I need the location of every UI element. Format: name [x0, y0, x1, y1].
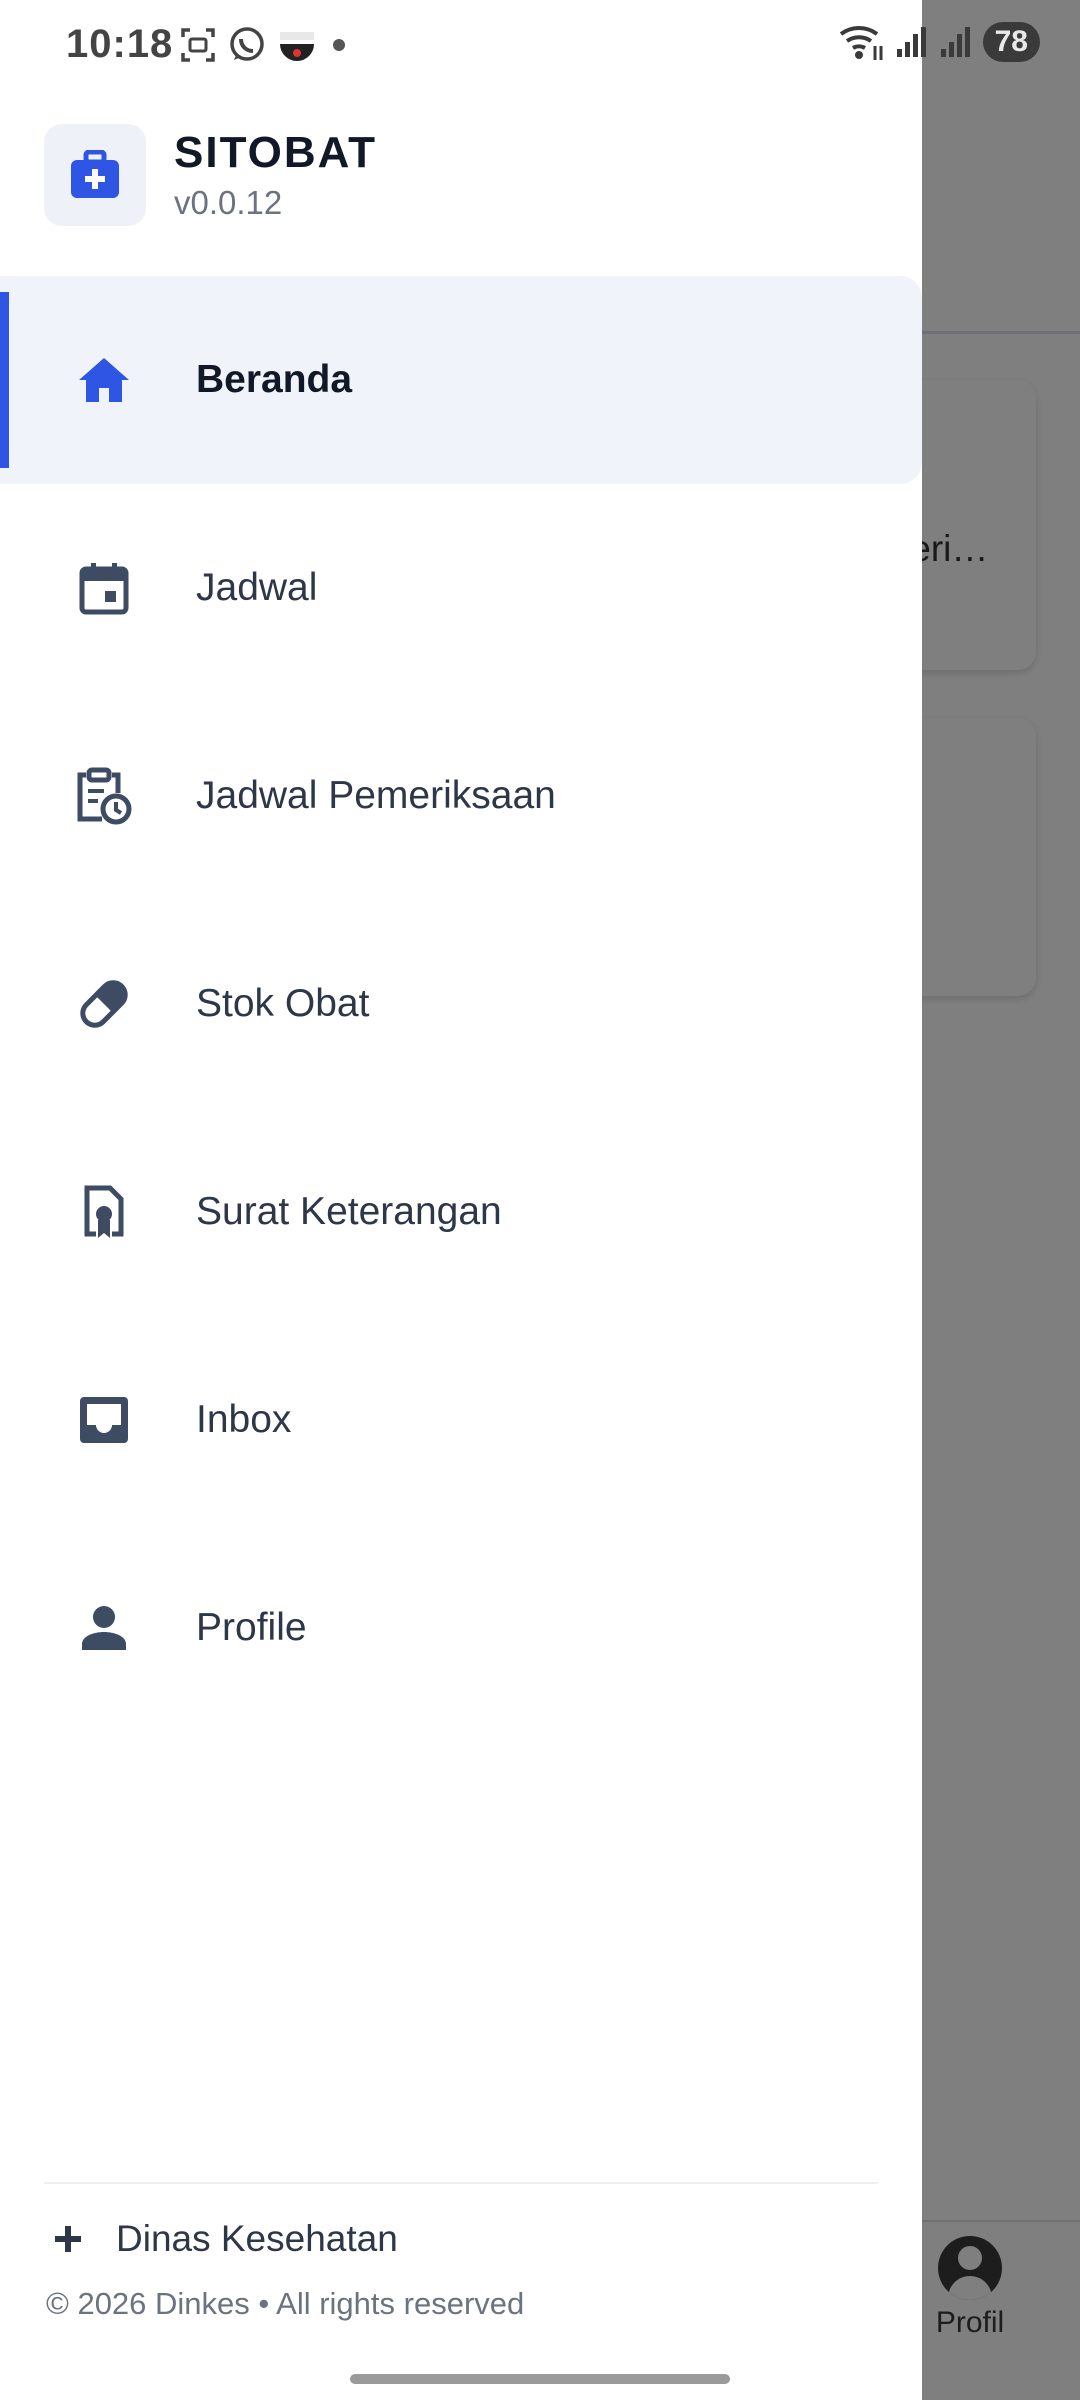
footer-org-label: Dinas Kesehatan	[116, 2218, 398, 2259]
certificate-icon	[74, 1182, 134, 1242]
menu-item-label: Jadwal	[196, 566, 318, 609]
signal-icon	[896, 27, 926, 57]
whatsapp-icon	[230, 27, 264, 61]
drawer-header: SITOBAT v0.0.12	[44, 124, 377, 226]
screenshot-icon	[181, 28, 215, 62]
footer-copyright: © 2026 Dinkes • All rights reserved	[46, 2286, 525, 2321]
menu-item-profile[interactable]: Profile	[0, 1524, 922, 1732]
app-badge-icon	[280, 32, 314, 61]
menu-item-surat-keterangan[interactable]: Surat Keterangan	[0, 1108, 922, 1316]
navigation-drawer: SITOBAT v0.0.12 Beranda Jadwal Jadwal Pe…	[0, 0, 922, 2400]
status-time: 10:18	[66, 22, 174, 66]
pill-icon	[74, 974, 134, 1034]
menu-item-label: Beranda	[196, 358, 353, 401]
menu-item-stok-obat[interactable]: Stok Obat	[0, 900, 922, 1108]
menu-item-jadwal-pemeriksaan[interactable]: Jadwal Pemeriksaan	[0, 692, 922, 900]
menu-item-label: Stok Obat	[196, 982, 370, 1025]
person-icon	[74, 1598, 134, 1658]
menu-item-label: Inbox	[196, 1398, 292, 1441]
drawer-divider	[44, 2182, 878, 2184]
wifi-icon	[839, 26, 883, 60]
inbox-icon	[74, 1390, 134, 1450]
menu-item-label: Profile	[196, 1606, 307, 1649]
menu-item-beranda[interactable]: Beranda	[0, 276, 922, 484]
drawer-menu: Beranda Jadwal Jadwal Pemeriksaan Stok O…	[0, 276, 922, 1732]
medical-bag-icon	[44, 124, 146, 226]
home-icon	[74, 350, 134, 410]
plus-icon	[55, 2226, 81, 2252]
menu-item-jadwal[interactable]: Jadwal	[0, 484, 922, 692]
battery-level: 78	[982, 22, 1040, 62]
app-name: SITOBAT	[174, 128, 378, 177]
menu-item-label: Jadwal Pemeriksaan	[196, 774, 556, 817]
app-version: v0.0.12	[174, 184, 283, 221]
signal-icon	[940, 27, 970, 57]
dot-icon	[333, 39, 345, 51]
menu-item-label: Surat Keterangan	[196, 1190, 502, 1233]
status-bar: 10:18 78	[0, 0, 1080, 76]
home-indicator[interactable]	[350, 2374, 730, 2384]
clipboard-clock-icon	[74, 766, 134, 826]
calendar-icon	[74, 558, 134, 618]
drawer-footer-org: Dinas Kesehatan	[54, 2218, 398, 2260]
menu-item-inbox[interactable]: Inbox	[0, 1316, 922, 1524]
